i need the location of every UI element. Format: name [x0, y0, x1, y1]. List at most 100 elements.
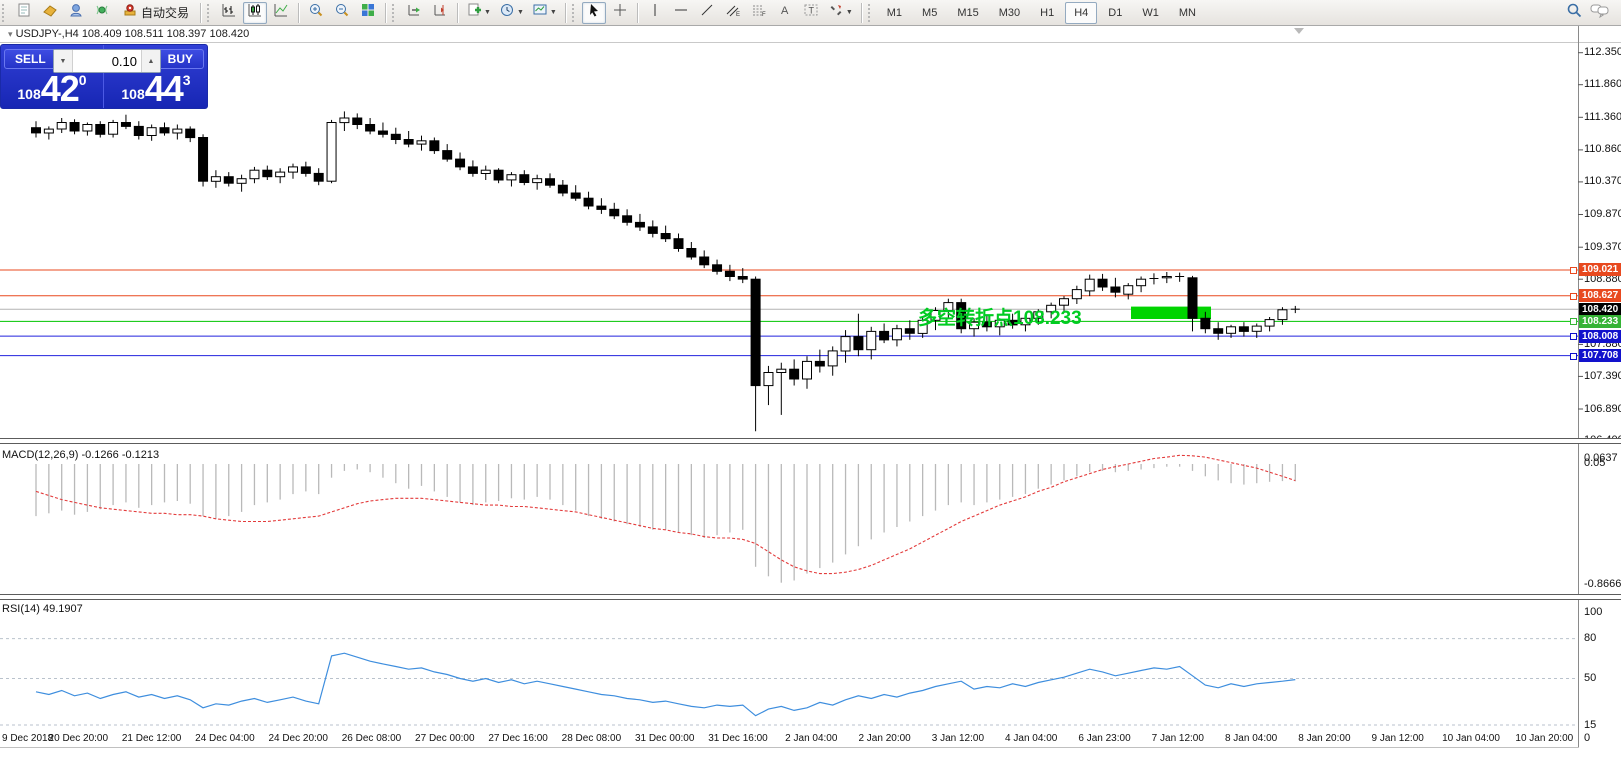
price-axis[interactable]: 112.350111.860111.360110.860110.370109.8… — [1579, 26, 1621, 747]
timeframe-button-m5[interactable]: M5 — [913, 2, 946, 24]
time-label: 9 Jan 12:00 — [1372, 733, 1424, 744]
time-label: 2 Jan 04:00 — [785, 733, 837, 744]
timeframe-button-h1[interactable]: H1 — [1031, 2, 1063, 24]
turning-point-annotation[interactable]: 多空转折点108.233 — [918, 303, 1082, 330]
templates-button[interactable]: ▼ — [529, 2, 560, 24]
horizontal-price-lines[interactable] — [0, 270, 1578, 356]
toolbar-drag-handle[interactable] — [2, 4, 7, 22]
price-tick-label: 112.350 — [1584, 46, 1621, 58]
chat-button[interactable] — [1588, 2, 1612, 24]
price-tick-label: 111.360 — [1584, 111, 1621, 123]
volume-increase-button[interactable]: ▲ — [141, 50, 160, 72]
macd-min-label: -0.8666 — [1584, 578, 1621, 590]
panel-splitter[interactable] — [0, 594, 1621, 600]
periods-button[interactable]: ▼ — [496, 2, 527, 24]
line-end-marker[interactable] — [1570, 293, 1577, 300]
rsi-level-label: 15 — [1584, 719, 1596, 731]
toolbar-drag-handle[interactable] — [392, 4, 397, 22]
trendline-icon — [699, 2, 715, 23]
chart-shift-marker[interactable] — [1294, 28, 1304, 34]
price-tick-label: 106.890 — [1584, 403, 1621, 415]
new-order-button[interactable] — [12, 2, 36, 24]
timeframe-button-m15[interactable]: M15 — [948, 2, 987, 24]
buy-price-sup: 3 — [183, 72, 191, 88]
chart-area[interactable] — [0, 26, 1621, 771]
fibonacci-button[interactable]: F — [747, 2, 771, 24]
autotrade-button[interactable]: 自动交易 — [116, 2, 195, 24]
quotes-button[interactable] — [38, 2, 62, 24]
zoom-out-icon — [334, 2, 350, 23]
chart-shift-button[interactable] — [428, 2, 452, 24]
toolbar-drag-handle[interactable] — [572, 4, 577, 22]
timeframe-button-m30[interactable]: M30 — [990, 2, 1029, 24]
timeframe-button-d1[interactable]: D1 — [1099, 2, 1131, 24]
panel-splitter[interactable] — [0, 438, 1621, 444]
line-end-marker[interactable] — [1570, 353, 1577, 360]
timeframe-button-w1[interactable]: W1 — [1133, 2, 1168, 24]
line-end-marker[interactable] — [1570, 267, 1577, 274]
search-button[interactable] — [1562, 2, 1586, 24]
time-label: 7 Jan 12:00 — [1152, 733, 1204, 744]
toolbar-separator — [200, 3, 201, 23]
green-zone-rect[interactable] — [1131, 307, 1211, 319]
volume-decrease-button[interactable]: ▼ — [54, 50, 73, 72]
text-button[interactable]: A — [773, 2, 797, 24]
bar-chart-button[interactable] — [217, 2, 241, 24]
line-end-marker[interactable] — [1570, 333, 1577, 340]
cursor-button[interactable] — [582, 2, 606, 24]
crosshair-icon — [612, 2, 628, 23]
dropdown-caret-icon: ▼ — [550, 9, 557, 16]
timeframe-button-h4[interactable]: H4 — [1065, 2, 1097, 24]
price-tick-label: 110.370 — [1584, 175, 1621, 187]
vertical-line-button[interactable] — [643, 2, 667, 24]
line-chart-button[interactable] — [269, 2, 293, 24]
fibonacci-icon: F — [751, 2, 767, 23]
zoom-in-button[interactable] — [304, 2, 328, 24]
time-label: 3 Jan 12:00 — [932, 733, 984, 744]
svg-text:T: T — [808, 6, 814, 16]
timeframe-button-mn[interactable]: MN — [1170, 2, 1205, 24]
price-badge: 108.627 — [1579, 289, 1621, 302]
time-label: 24 Dec 20:00 — [268, 733, 328, 744]
channel-icon: E — [725, 2, 741, 23]
signals-button[interactable] — [90, 2, 114, 24]
toolbar-drag-handle[interactable] — [868, 4, 873, 22]
toolbar-separator — [637, 3, 638, 23]
text-label-button[interactable]: T — [799, 2, 823, 24]
trendline-button[interactable] — [695, 2, 719, 24]
horizontal-line-button[interactable] — [669, 2, 693, 24]
tile-windows-button[interactable] — [356, 2, 380, 24]
time-axis[interactable]: 9 Dec 201820 Dec 20:0021 Dec 12:0024 Dec… — [0, 731, 1621, 747]
time-label: 8 Jan 04:00 — [1225, 733, 1277, 744]
zoom-out-button[interactable] — [330, 2, 354, 24]
text-icon: A — [777, 2, 793, 23]
time-label: 10 Jan 04:00 — [1442, 733, 1500, 744]
market-icon — [68, 2, 84, 23]
new-order-icon — [16, 2, 32, 23]
sell-price: 108420 — [1, 72, 103, 106]
market-button[interactable] — [64, 2, 88, 24]
timeframe-button-m1[interactable]: M1 — [878, 2, 911, 24]
crosshair-button[interactable] — [608, 2, 632, 24]
line-end-marker[interactable] — [1570, 318, 1577, 325]
time-label: 6 Jan 23:00 — [1078, 733, 1130, 744]
price-tick-label: 107.390 — [1584, 370, 1621, 382]
price-badge: 108.008 — [1579, 330, 1621, 343]
price-badge: 107.708 — [1579, 349, 1621, 362]
channel-button[interactable]: E — [721, 2, 745, 24]
auto-scroll-button[interactable] — [402, 2, 426, 24]
rsi-level-label: 50 — [1584, 672, 1596, 684]
buy-label: BUY — [157, 49, 204, 69]
volume-value[interactable]: 0.10 — [73, 54, 141, 69]
candle-chart-button[interactable] — [243, 2, 267, 24]
main-toolbar: 自动交易 ▼ ▼ ▼ E F A T ▼ M1M5M15M30H1H4D1W1 — [0, 0, 1621, 26]
time-label: 28 Dec 08:00 — [562, 733, 622, 744]
svg-text:E: E — [736, 12, 740, 18]
arrows-button[interactable]: ▼ — [825, 2, 856, 24]
toolbar-drag-handle[interactable] — [207, 4, 212, 22]
auto-scroll-icon — [406, 2, 422, 23]
rsi-level-label: 80 — [1584, 632, 1596, 644]
candle-chart-icon — [247, 2, 263, 23]
volume-control: ▼ 0.10 ▲ — [53, 49, 161, 73]
new-chart-button[interactable]: ▼ — [463, 2, 494, 24]
